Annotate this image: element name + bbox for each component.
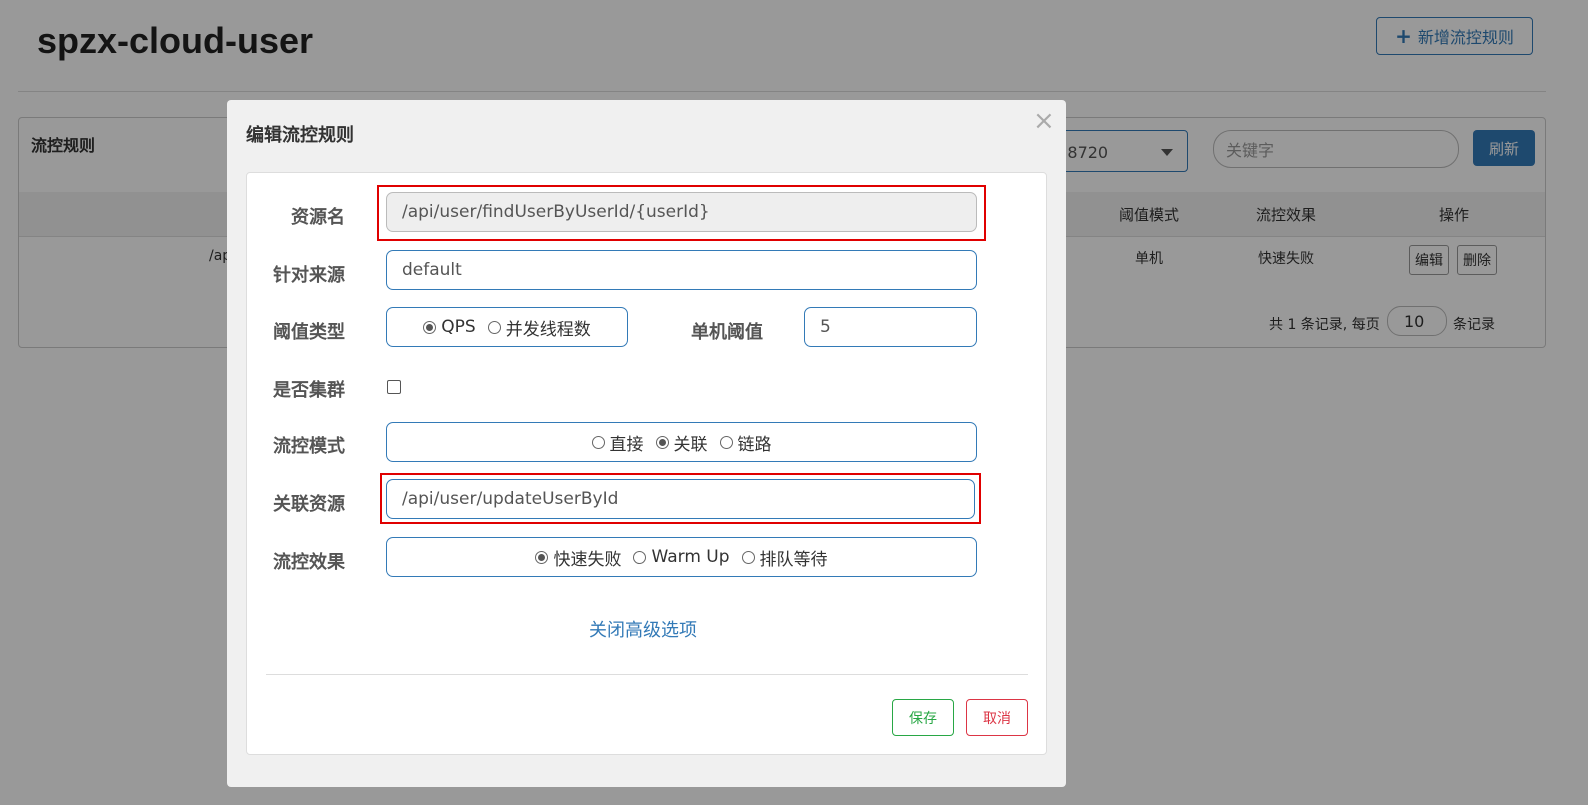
threshold-type-label: 阈值类型 <box>273 322 345 343</box>
radio-chain-label: 链路 <box>737 434 772 455</box>
cluster-label: 是否集群 <box>273 380 345 401</box>
ref-resource-input[interactable]: /api/user/updateUserById <box>386 479 975 519</box>
radio-chain[interactable]: 链路 <box>719 430 772 455</box>
radio-relate-dot <box>655 435 669 449</box>
source-label: 针对来源 <box>273 265 345 286</box>
modal-title: 编辑流控规则 <box>246 125 354 146</box>
form-divider <box>266 674 1028 675</box>
effect-group: 快速失败 Warm Up 排队等待 <box>386 537 977 577</box>
radio-fail-fast-dot <box>535 550 549 564</box>
radio-thread-count-dot <box>487 320 501 334</box>
threshold-type-group: QPS 并发线程数 <box>386 307 628 347</box>
cancel-button[interactable]: 取消 <box>966 699 1028 736</box>
radio-queue[interactable]: 排队等待 <box>741 545 828 570</box>
radio-warm-up-dot <box>633 550 647 564</box>
cluster-checkbox[interactable] <box>387 380 401 394</box>
radio-direct-dot <box>591 435 605 449</box>
close-icon[interactable]: × <box>1033 106 1055 136</box>
radio-warm-up[interactable]: Warm Up <box>633 547 730 567</box>
radio-relate-label: 关联 <box>673 434 708 455</box>
toggle-advanced-link[interactable]: 关闭高级选项 <box>589 616 697 642</box>
effect-label: 流控效果 <box>273 552 345 573</box>
radio-warm-up-label: Warm Up <box>651 547 730 567</box>
radio-queue-dot <box>741 550 755 564</box>
radio-direct-label: 直接 <box>609 434 644 455</box>
save-button[interactable]: 保存 <box>892 699 954 736</box>
ref-resource-label: 关联资源 <box>273 494 345 515</box>
radio-queue-label: 排队等待 <box>759 549 828 570</box>
radio-thread-count[interactable]: 并发线程数 <box>487 315 591 340</box>
radio-qps-dot <box>423 320 437 334</box>
source-input[interactable]: default <box>386 250 977 290</box>
radio-relate[interactable]: 关联 <box>655 430 708 455</box>
resource-field: /api/user/findUserByUserId/{userId} <box>386 192 977 232</box>
single-threshold-input[interactable]: 5 <box>804 307 977 347</box>
radio-fail-fast-label: 快速失败 <box>553 549 622 570</box>
edit-rule-modal: 编辑流控规则 × 资源名 /api/user/findUserByUserId/… <box>227 100 1066 787</box>
radio-qps-label: QPS <box>441 317 476 337</box>
mode-group: 直接 关联 链路 <box>386 422 977 462</box>
radio-fail-fast[interactable]: 快速失败 <box>535 545 621 570</box>
radio-thread-count-label: 并发线程数 <box>505 319 591 340</box>
rule-form: 资源名 /api/user/findUserByUserId/{userId} … <box>246 172 1047 755</box>
resource-label: 资源名 <box>291 207 345 228</box>
single-threshold-label: 单机阈值 <box>691 322 763 343</box>
radio-chain-dot <box>719 435 733 449</box>
radio-direct[interactable]: 直接 <box>591 430 644 455</box>
radio-qps[interactable]: QPS <box>423 317 476 337</box>
mode-label: 流控模式 <box>273 436 345 457</box>
